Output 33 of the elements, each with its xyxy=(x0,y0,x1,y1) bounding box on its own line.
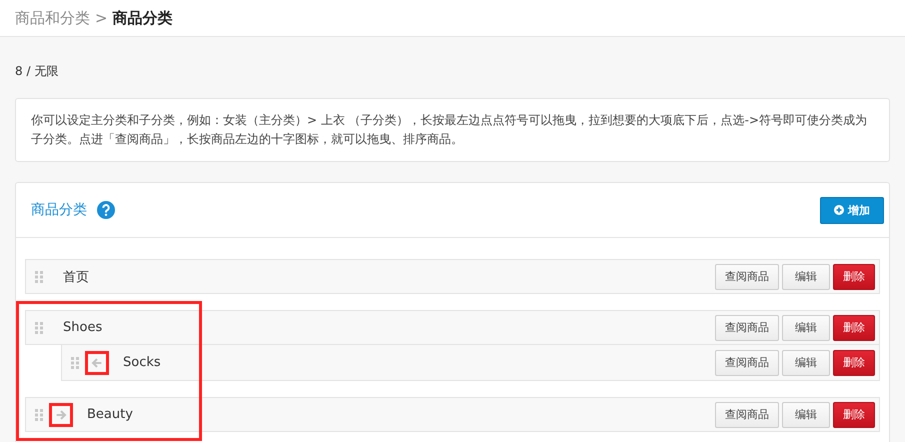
quota-text: 8 / 无限 xyxy=(15,63,60,80)
view-products-button[interactable]: 查阅商品 xyxy=(715,264,779,290)
view-products-button[interactable]: 查阅商品 xyxy=(715,350,779,376)
category-name: Beauty xyxy=(87,407,133,422)
delete-button[interactable]: 删除 xyxy=(833,314,875,340)
category-name: 首页 xyxy=(63,268,89,286)
view-products-button[interactable]: 查阅商品 xyxy=(715,314,779,340)
add-button[interactable]: 增加 xyxy=(820,196,884,224)
breadcrumb-link[interactable]: 商品和分类 xyxy=(15,8,90,28)
page-title: 商品分类 xyxy=(112,8,173,28)
edit-button[interactable]: 编辑 xyxy=(782,402,830,428)
drag-handle-icon[interactable] xyxy=(35,322,43,334)
delete-button[interactable]: 删除 xyxy=(833,402,875,428)
category-name: Socks xyxy=(123,355,161,370)
drag-handle-icon[interactable] xyxy=(35,270,43,282)
edit-button[interactable]: 编辑 xyxy=(782,350,830,376)
delete-button[interactable]: 删除 xyxy=(833,350,875,376)
help-icon[interactable] xyxy=(97,201,115,219)
arrow-icon xyxy=(54,408,68,422)
info-text: 你可以设定主分类和子分类，例如：女装（主分类）> 上衣 （子分类），长按最左边点点符号可以拖曳，拉到想要的大项底下后，点选->符号即可使分类成为子分类。点进「查阅商品」，长按商品左边的十字图标，就可以拖曳、排序商品。 xyxy=(31,113,868,146)
arrow-button[interactable] xyxy=(85,350,109,374)
view-products-button[interactable]: 查阅商品 xyxy=(715,402,779,428)
arrow-button[interactable] xyxy=(49,402,73,426)
delete-button[interactable]: 删除 xyxy=(833,264,875,290)
edit-button[interactable]: 编辑 xyxy=(782,314,830,340)
breadcrumb-separator: > xyxy=(95,9,108,27)
panel-title: 商品分类 xyxy=(31,201,87,219)
drag-handle-icon[interactable] xyxy=(35,408,43,420)
category-name: Shoes xyxy=(63,320,102,335)
plus-circle-icon xyxy=(834,205,844,215)
edit-button[interactable]: 编辑 xyxy=(782,264,830,290)
arrow-icon xyxy=(90,356,104,370)
drag-handle-icon[interactable] xyxy=(71,356,79,368)
